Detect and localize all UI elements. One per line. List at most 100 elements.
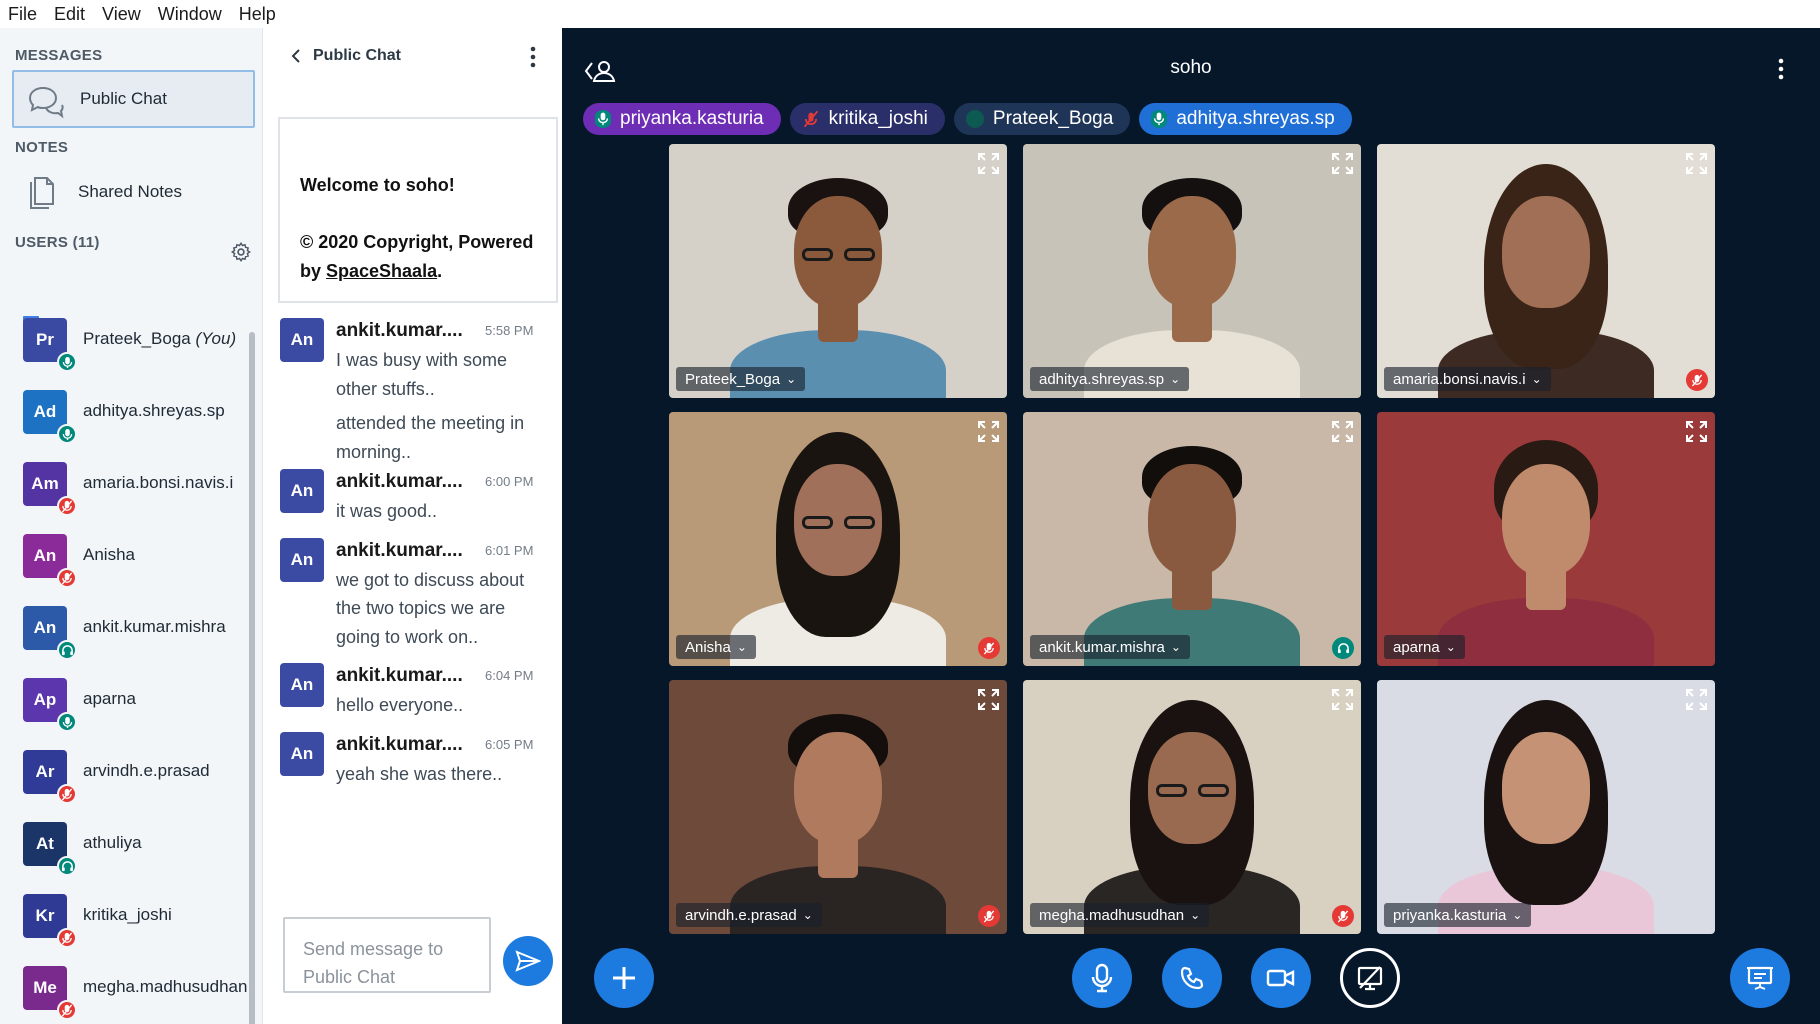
chat-title[interactable]: Public Chat [313,47,401,65]
public-chat-nav-item[interactable]: Public Chat [12,70,255,128]
video-tile[interactable]: priyanka.kasturia ⌄ [1377,680,1715,934]
talker-chip[interactable]: adhitya.shreyas.sp [1139,103,1352,135]
participant-name-menu[interactable]: aparna ⌄ [1384,635,1465,659]
participant-name-menu[interactable]: amaria.bonsi.navis.i ⌄ [1384,367,1551,391]
user-name: Anisha [83,545,135,565]
participant-name: amaria.bonsi.navis.i [1393,370,1526,388]
participant-name: arvindh.e.prasad [685,906,797,924]
microphone-icon [57,424,77,444]
fullscreen-icon[interactable] [1330,419,1355,444]
users-scrollbar[interactable] [249,332,255,1024]
participant-video [1023,412,1361,666]
fullscreen-icon[interactable] [1330,151,1355,176]
user-name-text: aparna [83,689,136,708]
user-name: arvindh.e.prasad [83,761,210,781]
user-list-item[interactable]: Am amaria.bonsi.navis.i [0,450,248,522]
message-text: hello everyone.. [336,695,464,715]
microphone-muted-icon [57,784,77,804]
message-text: we got to discuss about the two topics w… [336,569,525,647]
fullscreen-icon[interactable] [1684,687,1709,712]
user-name: Prateek_Boga (You) [83,329,236,349]
user-name-text: Anisha [83,545,135,564]
participant-video [1377,680,1715,934]
send-message-button[interactable] [503,936,553,986]
video-tile[interactable]: Prateek_Boga ⌄ [669,144,1007,398]
participant-video [1023,144,1361,398]
fullscreen-icon[interactable] [976,687,1001,712]
talker-chip[interactable]: priyanka.kasturia [583,103,781,135]
talker-chip[interactable]: kritika_joshi [789,103,945,135]
participant-name-menu[interactable]: adhitya.shreyas.sp ⌄ [1030,367,1190,391]
menu-window[interactable]: Window [158,4,222,25]
message-text: yeah she was there.. [336,763,503,784]
chevron-down-icon: ⌄ [1531,372,1542,386]
headphones-icon [1332,637,1354,659]
video-camera-button[interactable] [1251,948,1311,1008]
user-name-text: amaria.bonsi.navis.i [83,473,234,492]
microphone-muted-icon [57,568,77,588]
video-tile[interactable]: aparna ⌄ [1377,412,1715,666]
chat-header: Public Chat [263,28,563,84]
menu-view[interactable]: View [102,4,141,25]
options-kebab-icon[interactable] [1777,58,1785,80]
microphone-muted-icon [978,905,1000,927]
microphone-muted-icon [978,637,1000,659]
participant-name: Prateek_Boga [685,370,781,388]
menu-edit[interactable]: Edit [54,4,85,25]
fullscreen-icon[interactable] [976,419,1001,444]
participant-name-menu[interactable]: arvindh.e.prasad ⌄ [676,903,822,927]
presentation-button[interactable] [1730,948,1790,1008]
idle-indicator-icon [965,110,984,128]
gear-icon[interactable] [230,241,252,263]
users-list: Pr Prateek_Boga (You) Ad adhitya.shreyas.sp… [0,306,248,1024]
talker-name: priyanka.kasturia [620,108,764,129]
user-list-item[interactable]: An ankit.kumar.mishra [0,594,248,666]
phone-icon [1179,965,1205,991]
user-list-item[interactable]: Ap aparna [0,666,248,738]
microphone-button[interactable] [1072,948,1132,1008]
user-list-item[interactable]: An Anisha [0,522,248,594]
video-tile[interactable]: megha.madhusudhan ⌄ [1023,680,1361,934]
participant-name: Anisha [685,638,731,656]
participant-name-menu[interactable]: Prateek_Boga ⌄ [676,367,806,391]
video-tile[interactable]: arvindh.e.prasad ⌄ [669,680,1007,934]
chat-message-input[interactable]: Send message to Public Chat [283,917,491,993]
participant-name-menu[interactable]: Anisha ⌄ [676,635,756,659]
video-tile[interactable]: adhitya.shreyas.sp ⌄ [1023,144,1361,398]
fullscreen-icon[interactable] [1684,419,1709,444]
fullscreen-icon[interactable] [1330,687,1355,712]
user-list-item[interactable]: Ad adhitya.shreyas.sp [0,378,248,450]
chevron-left-icon[interactable] [289,48,303,64]
menu-help[interactable]: Help [239,4,276,25]
plus-icon [610,964,638,992]
video-tile[interactable]: Anisha ⌄ [669,412,1007,666]
user-list-item[interactable]: Pr Prateek_Boga (You) [0,306,248,378]
users-section-title: USERS (11) [15,234,100,251]
chevron-down-icon: ⌄ [1170,640,1181,654]
video-tile[interactable]: ankit.kumar.mishra ⌄ [1023,412,1361,666]
microphone-muted-icon [57,496,77,516]
fullscreen-icon[interactable] [976,151,1001,176]
user-list-item[interactable]: Ar arvindh.e.prasad [0,738,248,810]
user-list-item[interactable]: At athuliya [0,810,248,882]
screen-share-button[interactable] [1340,948,1400,1008]
fullscreen-icon[interactable] [1684,151,1709,176]
video-tile[interactable]: amaria.bonsi.navis.i ⌄ [1377,144,1715,398]
actions-button[interactable] [594,948,654,1008]
user-list-item[interactable]: Kr kritika_joshi [0,882,248,954]
shared-notes-nav-item[interactable]: Shared Notes [12,163,255,221]
headphones-icon [57,856,77,876]
chat-bubbles-icon [24,81,64,121]
spaceshaala-link[interactable]: SpaceShaala [326,261,437,281]
participant-name-menu[interactable]: megha.madhusudhan ⌄ [1030,903,1210,927]
messages-section-title: MESSAGES [15,47,103,64]
participant-name-menu[interactable]: priyanka.kasturia ⌄ [1384,903,1532,927]
talker-chip[interactable]: Prateek_Boga [953,103,1131,135]
participant-name-menu[interactable]: ankit.kumar.mishra ⌄ [1030,635,1190,659]
menu-file[interactable]: File [8,4,37,25]
copyright-suffix: . [437,261,443,281]
kebab-menu-icon[interactable] [529,46,537,68]
chat-message: An ankit.kumar.... 5:58 PM I was busy with … [263,318,563,466]
user-list-item[interactable]: Me megha.madhusudhan [0,954,248,1024]
audio-phone-button[interactable] [1162,948,1222,1008]
